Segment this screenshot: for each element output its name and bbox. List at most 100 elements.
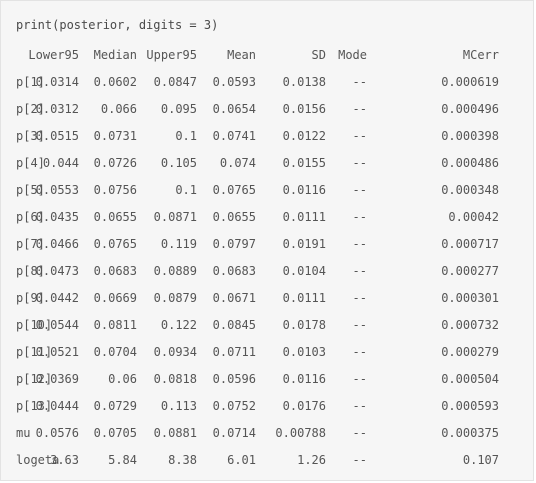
cell-mode: -- [352, 183, 367, 197]
cell-median: 0.0811 [93, 318, 137, 332]
cell-sd: 0.0116 [282, 372, 326, 386]
cell-mcerr: 0.000375 [441, 426, 499, 440]
cell-sd: 0.0111 [282, 291, 326, 305]
output-row: p[1] 0.0314 0.0602 0.0847 0.0593 0.0138 … [1, 73, 535, 91]
cell-lower95: 0.0544 [35, 318, 79, 332]
cell-median: 0.0704 [93, 345, 137, 359]
cell-lower95: 0.0369 [35, 372, 79, 386]
output-row: mu 0.0576 0.0705 0.0881 0.0714 0.00788 -… [1, 424, 535, 442]
cell-mean: 0.0711 [212, 345, 256, 359]
cell-mcerr: 0.107 [462, 453, 499, 467]
cell-median: 0.0729 [93, 399, 137, 413]
cell-mcerr: 0.000593 [441, 399, 499, 413]
cell-mcerr: 0.000717 [441, 237, 499, 251]
cell-median: 0.0669 [93, 291, 137, 305]
cell-mcerr: 0.000348 [441, 183, 499, 197]
cell-median: 0.0705 [93, 426, 137, 440]
cell-sd: 0.0103 [282, 345, 326, 359]
cell-sd: 0.0191 [282, 237, 326, 251]
cell-mean: 0.0596 [212, 372, 256, 386]
header-cell: Mean [227, 48, 256, 62]
cell-lower95: 0.0314 [35, 75, 79, 89]
output-row: p[10] 0.0544 0.0811 0.122 0.0845 0.0178 … [1, 316, 535, 334]
cell-lower95: 0.0576 [35, 426, 79, 440]
cell-mean: 6.01 [227, 453, 256, 467]
cell-mode: -- [352, 399, 367, 413]
cell-mode: -- [352, 237, 367, 251]
cell-mode: -- [352, 156, 367, 170]
cell-median: 0.066 [100, 102, 137, 116]
cell-mode: -- [352, 453, 367, 467]
cell-upper95: 0.0818 [153, 372, 197, 386]
cell-lower95: 0.0442 [35, 291, 79, 305]
cell-mode: -- [352, 345, 367, 359]
header-cell: Lower95 [28, 48, 79, 62]
cell-upper95: 0.0847 [153, 75, 197, 89]
cell-sd: 0.0104 [282, 264, 326, 278]
header-cell: Median [93, 48, 137, 62]
output-row: logeta 3.63 5.84 8.38 6.01 1.26 -- 0.107 [1, 451, 535, 469]
cell-lower95: 0.0466 [35, 237, 79, 251]
output-row: p[2] 0.0312 0.066 0.095 0.0654 0.0156 --… [1, 100, 535, 118]
cell-mode: -- [352, 210, 367, 224]
cell-mcerr: 0.000486 [441, 156, 499, 170]
header-cell: Mode [338, 48, 367, 62]
cell-sd: 0.0156 [282, 102, 326, 116]
cell-mcerr: 0.000277 [441, 264, 499, 278]
cell-mean: 0.0683 [212, 264, 256, 278]
cell-mean: 0.0671 [212, 291, 256, 305]
cell-sd: 0.00788 [275, 426, 326, 440]
cell-median: 0.0726 [93, 156, 137, 170]
cell-sd: 0.0178 [282, 318, 326, 332]
cell-upper95: 0.1 [175, 183, 197, 197]
cell-mean: 0.0765 [212, 183, 256, 197]
cell-median: 0.0765 [93, 237, 137, 251]
cell-mean: 0.074 [219, 156, 256, 170]
cell-lower95: 0.0435 [35, 210, 79, 224]
cell-lower95: 0.044 [42, 156, 79, 170]
output-header-row: Lower95 Median Upper95 Mean SD Mode MCer… [1, 46, 535, 64]
cell-mode: -- [352, 372, 367, 386]
cell-mode: -- [352, 291, 367, 305]
cell-mcerr: 0.00042 [448, 210, 499, 224]
cell-upper95: 0.113 [160, 399, 197, 413]
cell-mcerr: 0.000504 [441, 372, 499, 386]
output-row: p[6] 0.0435 0.0655 0.0871 0.0655 0.0111 … [1, 208, 535, 226]
cell-upper95: 0.0871 [153, 210, 197, 224]
cell-lower95: 0.0473 [35, 264, 79, 278]
cell-sd: 0.0138 [282, 75, 326, 89]
cell-sd: 0.0111 [282, 210, 326, 224]
cell-mean: 0.0797 [212, 237, 256, 251]
cell-upper95: 0.0934 [153, 345, 197, 359]
cell-median: 0.0602 [93, 75, 137, 89]
row-label: mu [16, 426, 31, 440]
output-row: p[4] 0.044 0.0726 0.105 0.074 0.0155 -- … [1, 154, 535, 172]
cell-median: 0.0683 [93, 264, 137, 278]
cell-mean: 0.0593 [212, 75, 256, 89]
cell-lower95: 3.63 [50, 453, 79, 467]
cell-mcerr: 0.000279 [441, 345, 499, 359]
cell-sd: 0.0116 [282, 183, 326, 197]
code-command: print(posterior, digits = 3) [16, 18, 219, 32]
cell-upper95: 0.122 [160, 318, 197, 332]
cell-sd: 1.26 [297, 453, 326, 467]
cell-sd: 0.0122 [282, 129, 326, 143]
cell-mcerr: 0.000398 [441, 129, 499, 143]
code-output-panel: print(posterior, digits = 3) Lower95 Med… [0, 0, 534, 481]
cell-median: 0.0655 [93, 210, 137, 224]
output-row: p[3] 0.0515 0.0731 0.1 0.0741 0.0122 -- … [1, 127, 535, 145]
row-label: p[4] [16, 156, 45, 170]
cell-lower95: 0.0312 [35, 102, 79, 116]
cell-lower95: 0.0553 [35, 183, 79, 197]
cell-upper95: 0.095 [160, 102, 197, 116]
cell-mean: 0.0655 [212, 210, 256, 224]
cell-mean: 0.0654 [212, 102, 256, 116]
cell-upper95: 0.0879 [153, 291, 197, 305]
cell-mean: 0.0752 [212, 399, 256, 413]
header-cell: MCerr [462, 48, 499, 62]
header-cell: SD [311, 48, 326, 62]
cell-mode: -- [352, 264, 367, 278]
output-row: p[11] 0.0521 0.0704 0.0934 0.0711 0.0103… [1, 343, 535, 361]
cell-mode: -- [352, 102, 367, 116]
cell-mean: 0.0741 [212, 129, 256, 143]
